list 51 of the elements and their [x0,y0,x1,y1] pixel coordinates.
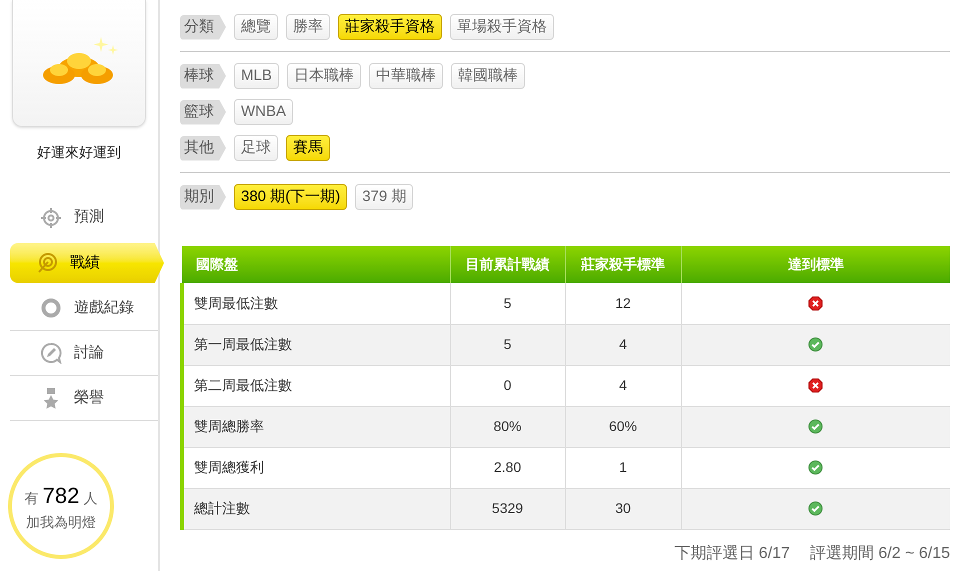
column-header: 目前累計戰績 [450,246,565,283]
target-icon [36,252,58,274]
user-name: 好運來好運到 [36,143,122,162]
sidebar-nav-item[interactable]: 戰績 [10,243,164,283]
fans-prefix: 有 [24,489,39,508]
filter-option[interactable]: WNBA [234,99,293,125]
filter-option[interactable]: 379 期 [355,184,414,210]
table-cell: 5 [450,283,565,324]
table-cell: 5 [450,324,565,365]
filter-option[interactable]: 單場殺手資格 [450,14,554,40]
next-review-date: 下期評選日 6/17 [674,544,790,564]
fans-suffix: 人 [83,489,98,508]
table-cell: 1 [565,447,681,488]
filter-label: 分類 [180,14,226,40]
review-period: 評選期間 6/2 ~ 6/15 [810,544,950,564]
sidebar-nav-item[interactable]: 遊戲紀錄 [10,286,158,331]
table-cell: 12 [565,283,681,324]
table-cell: 4 [565,324,681,365]
table-cell: 總計注數 [182,488,450,529]
filter-option[interactable]: 中華職棒 [368,63,443,89]
filter-option[interactable]: 莊家殺手資格 [338,14,442,40]
fans-caption: 加我為明燈 [26,513,96,532]
ring-icon [40,297,62,319]
filter-option[interactable]: 足球 [234,135,278,161]
filter-label: 籃球 [180,100,226,124]
filter-label: 棒球 [180,64,226,88]
table-cell: 2.80 [450,447,565,488]
table-cell: 80% [450,406,565,447]
column-header: 國際盤 [182,246,450,283]
filter-option[interactable]: 賽馬 [286,135,330,161]
sidebar-nav-item[interactable]: 預測 [10,195,158,240]
sidebar-nav-item[interactable]: 榮譽 [10,376,158,421]
table-cell: 30 [565,488,681,529]
sidebar-nav-item[interactable]: 討論 [10,331,158,376]
column-header: 達到標準 [681,246,950,283]
speech-pencil-icon [40,342,62,364]
table-cell: 0 [450,365,565,406]
filter-option[interactable]: MLB [234,63,279,89]
filter-option[interactable]: 韓國職棒 [450,63,525,89]
filter-option[interactable]: 日本職棒 [286,63,361,89]
filter-label: 期別 [180,184,226,210]
fans-count: 782 [42,482,80,510]
filter-option[interactable]: 總覽 [234,14,278,40]
crosshair-icon [40,206,62,228]
table-cell: 5329 [450,488,565,529]
table-cell: 4 [565,365,681,406]
filter-option[interactable]: 380 期(下一期) [234,184,348,210]
table-cell: 60% [565,406,681,447]
filter-option[interactable]: 勝率 [286,14,330,40]
column-header: 莊家殺手標準 [565,246,681,283]
filter-label: 其他 [180,136,226,160]
